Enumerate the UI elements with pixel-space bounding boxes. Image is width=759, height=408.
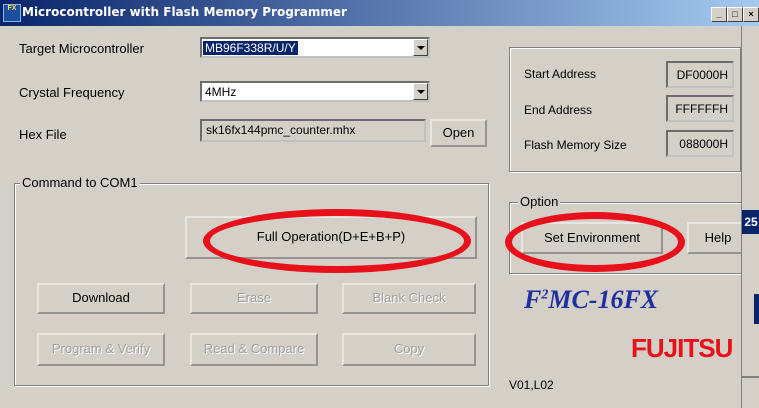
fujitsu-logo: FUJITSU (631, 333, 733, 363)
chevron-down-icon[interactable] (413, 83, 428, 100)
end-address-value: FFFFFFH (666, 95, 734, 122)
read-compare-button[interactable]: Read & Compare (190, 333, 318, 366)
app-icon: FX (3, 4, 21, 22)
program-verify-button[interactable]: Program & Verify (37, 333, 165, 366)
command-group-title: Command to COM1 (20, 175, 140, 190)
side-window-line (742, 376, 759, 378)
hex-file-label: Hex File (19, 127, 67, 142)
target-microcontroller-value: MB96F338R/U/Y (203, 41, 298, 55)
target-microcontroller-label: Target Microcontroller (19, 41, 144, 56)
erase-button[interactable]: Erase (190, 283, 318, 314)
hex-file-field[interactable]: sk16fx144pmc_counter.mhx (200, 119, 426, 142)
product-logo-prefix: F (524, 285, 542, 314)
annotation-ring-set-environment (505, 212, 685, 272)
blank-check-button[interactable]: Blank Check (342, 283, 476, 314)
option-group-title: Option (518, 194, 561, 209)
copy-button[interactable]: Copy (342, 333, 476, 366)
start-address-label: Start Address (524, 67, 597, 81)
crystal-frequency-select[interactable]: 4MHz (200, 81, 430, 102)
chevron-down-icon[interactable] (413, 39, 428, 56)
version-label: V01,L02 (509, 378, 554, 392)
annotation-ring-full-operation (203, 209, 471, 273)
download-button[interactable]: Download (37, 283, 165, 314)
open-button[interactable]: Open (430, 119, 487, 147)
side-window-badge: 25 (742, 210, 759, 234)
crystal-frequency-label: Crystal Frequency (19, 85, 125, 100)
end-address-label: End Address (524, 103, 593, 117)
close-button[interactable]: × (743, 7, 759, 22)
target-microcontroller-select[interactable]: MB96F338R/U/Y (200, 37, 430, 58)
flash-memory-size-label: Flash Memory Size (524, 138, 627, 152)
crystal-frequency-value: 4MHz (205, 85, 237, 99)
side-window-marker (754, 294, 759, 324)
title-bar[interactable]: FX Microcontroller with Flash Memory Pro… (0, 0, 759, 26)
window-title: Microcontroller with Flash Memory Progra… (22, 5, 347, 19)
product-logo-suffix: MC-16FX (548, 285, 659, 314)
help-button[interactable]: Help (687, 222, 749, 254)
start-address-value: DF0000H (666, 61, 734, 88)
programmer-window: FX Microcontroller with Flash Memory Pro… (0, 0, 759, 408)
product-logo: F2MC-16FX (524, 285, 658, 315)
background-window-edge: 25 (741, 26, 759, 408)
flash-memory-size-value: 088000H (666, 130, 734, 157)
maximize-button[interactable]: □ (727, 7, 743, 22)
minimize-button[interactable]: _ (711, 7, 727, 22)
